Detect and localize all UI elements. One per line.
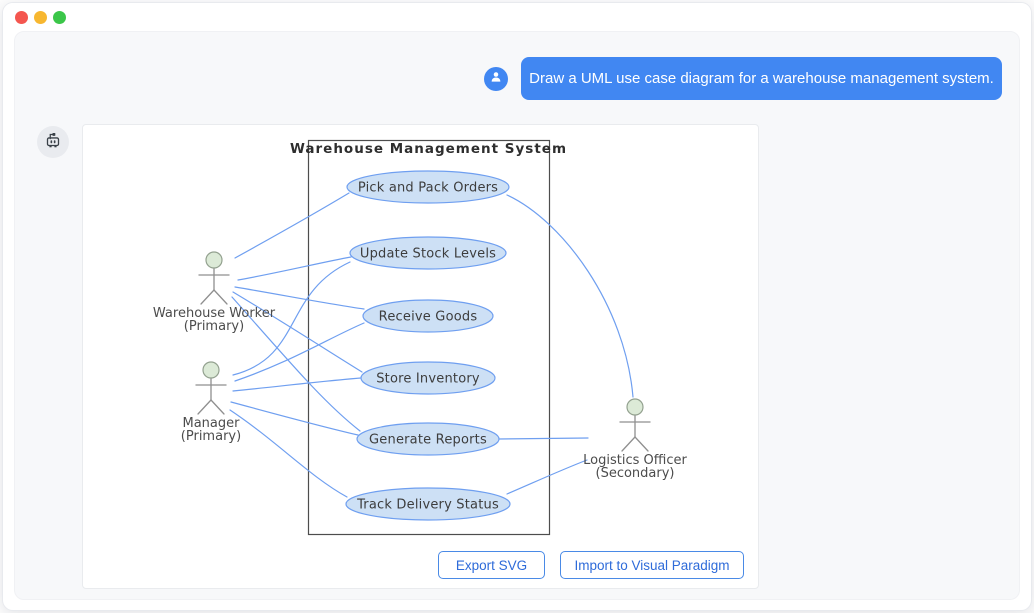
- zoom-window-button[interactable]: [53, 11, 66, 24]
- actor-leg: [214, 290, 227, 304]
- use-case-track-delivery-status: Track Delivery Status: [346, 488, 510, 520]
- actor-warehouse-worker: Warehouse Worker(Primary): [153, 252, 276, 334]
- use-case-label: Update Stock Levels: [360, 247, 496, 262]
- actor-role: (Primary): [181, 429, 241, 444]
- actor-leg: [622, 437, 635, 451]
- system-boundary-title: Warehouse Management System: [290, 141, 567, 157]
- window-titlebar: [3, 3, 1031, 33]
- user-message-bubble: Draw a UML use case diagram for a wareho…: [521, 57, 1002, 100]
- actor-role: (Secondary): [596, 466, 675, 481]
- close-window-button[interactable]: [15, 11, 28, 24]
- actor-leg: [198, 400, 211, 414]
- actor-leg: [635, 437, 648, 451]
- user-message-text: Draw a UML use case diagram for a wareho…: [529, 70, 994, 87]
- use-case-label: Store Inventory: [376, 372, 480, 387]
- robot-icon: [42, 129, 64, 156]
- actor-head: [627, 399, 643, 415]
- use-case-store-inventory: Store Inventory: [361, 362, 495, 394]
- user-avatar: [484, 67, 508, 91]
- actor-logistics-officer: Logistics Officer(Secondary): [583, 399, 687, 481]
- actor-leg: [211, 400, 224, 414]
- actor-role: (Primary): [184, 319, 244, 334]
- minimize-window-button[interactable]: [34, 11, 47, 24]
- use-case-generate-reports: Generate Reports: [357, 423, 499, 455]
- use-case-update-stock-levels: Update Stock Levels: [350, 237, 506, 269]
- use-case-label: Pick and Pack Orders: [358, 181, 498, 196]
- diagram-canvas: Warehouse Management System Pick and Pack…: [82, 124, 759, 589]
- uml-use-case-diagram: Warehouse Management System Pick and Pack…: [83, 125, 760, 590]
- actor-head: [203, 362, 219, 378]
- use-case-pick-and-pack-orders: Pick and Pack Orders: [347, 171, 509, 203]
- export-svg-button[interactable]: Export SVG: [438, 551, 545, 579]
- user-icon: [488, 69, 504, 90]
- import-to-visual-paradigm-button[interactable]: Import to Visual Paradigm: [560, 551, 744, 579]
- use-case-label: Receive Goods: [379, 310, 478, 325]
- use-case-receive-goods: Receive Goods: [363, 300, 493, 332]
- actor-head: [206, 252, 222, 268]
- chat-panel: Draw a UML use case diagram for a wareho…: [14, 31, 1020, 600]
- actor-leg: [201, 290, 214, 304]
- use-case-label: Generate Reports: [369, 433, 487, 448]
- assistant-avatar: [37, 126, 69, 158]
- actor-manager: Manager(Primary): [181, 362, 241, 444]
- app-window: Draw a UML use case diagram for a wareho…: [2, 2, 1032, 611]
- use-case-label: Track Delivery Status: [356, 498, 499, 513]
